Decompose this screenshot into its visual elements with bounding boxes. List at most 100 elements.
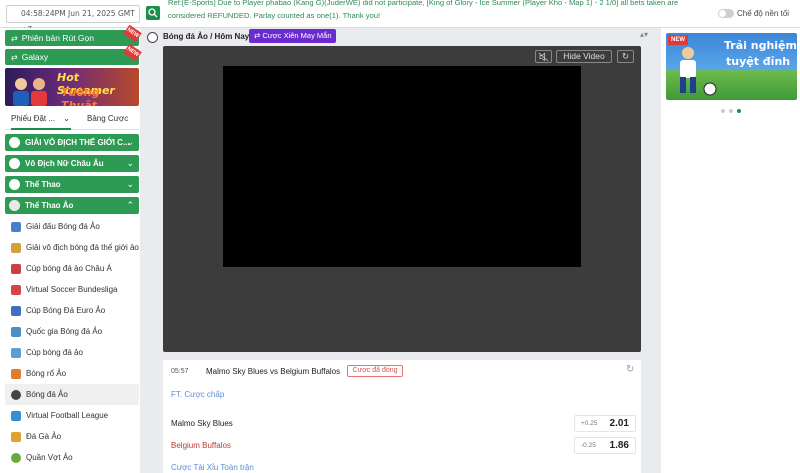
bet-tabs: Phiếu Đặt ... ⌄ Bảng Cược <box>5 108 139 130</box>
item-label: Virtual Football League <box>26 411 109 420</box>
home-odds-button[interactable]: +0.25 2.01 <box>574 415 636 432</box>
chevron-down-icon: ⌄ <box>126 179 134 189</box>
promo-label: Galaxy <box>21 52 49 62</box>
sidebar-item-virtual-world-cup[interactable]: Giải vô địch bóng đá thế giới ảo <box>5 237 139 258</box>
category-virtual-sports[interactable]: Thể Thao Ảo ⌃ <box>5 197 139 214</box>
sidebar-item-virtual-league[interactable]: Giải đấu Bóng đá Ảo <box>5 216 139 237</box>
soccer-ball-icon <box>147 32 158 43</box>
left-sidebar: ⇄ Phiên bản Rút Gọn NEW ⇄ Galaxy NEW Hot S… <box>0 24 142 473</box>
home-odds: 2.01 <box>609 418 629 429</box>
match-time: 05:57 <box>171 368 189 375</box>
virtual-sports-icon <box>9 200 20 211</box>
video-player[interactable]: Hide Video ↻ <box>163 46 641 352</box>
mute-icon <box>538 52 549 62</box>
trophy-icon <box>11 243 21 253</box>
promo-banner[interactable]: NEW Trải nghiệm tuyệt đỉnh <box>666 33 797 100</box>
home-handicap: +0.25 <box>581 420 598 427</box>
chevron-down-icon: ⌄ <box>126 158 134 168</box>
new-badge: NEW <box>123 24 142 43</box>
away-odds: 1.86 <box>609 440 629 451</box>
category-world-cup[interactable]: GIẢI VÔ ĐỊCH THẾ GIỚI C... ⌄ <box>5 134 139 151</box>
status-badge: Cược đã đóng <box>347 365 403 377</box>
basketball-icon <box>11 369 21 379</box>
clock-display: 04:58:24PM Jun 21, 2025 GMT +7 <box>6 5 140 34</box>
category-label: Thể Thao <box>25 180 61 189</box>
carousel-dot[interactable] <box>729 109 733 113</box>
tab-bet-slip[interactable]: Phiếu Đặt ... ⌄ <box>11 114 70 123</box>
virtual-league-icon <box>11 222 21 232</box>
away-handicap: -0.25 <box>581 442 596 449</box>
tab-bet-list[interactable]: Bảng Cược <box>87 114 128 123</box>
asia-cup-icon <box>11 264 21 274</box>
sidebar-item-virtual-cockfight[interactable]: Đá Gà Ảo <box>5 426 139 447</box>
streamer-subtitle: Tường Thuật <box>61 86 100 106</box>
away-odds-button[interactable]: -0.25 1.86 <box>574 437 636 454</box>
rooster-icon <box>11 432 21 442</box>
euro-cup-icon <box>11 306 21 316</box>
item-label: Quốc gia Bóng đá Ảo <box>26 327 103 336</box>
market-title: Cược Tài Xỉu Toàn trận <box>171 463 254 472</box>
dark-mode-toggle[interactable] <box>718 9 734 18</box>
item-label: Virtual Soccer Bundesliga <box>26 285 118 294</box>
promo-lite-version[interactable]: ⇄ Phiên bản Rút Gọn NEW <box>5 24 142 46</box>
streamer-people-icon <box>13 78 47 106</box>
sidebar-item-virtual-nations[interactable]: Quốc gia Bóng đá Ảo <box>5 321 139 342</box>
lucky-parlay-button[interactable]: ⇄ Cược Xiên May Mắn <box>249 29 336 43</box>
sidebar-item-virtual-soccer[interactable]: Bóng đá Ảo <box>5 384 139 405</box>
top-bar: 04:58:24PM Jun 21, 2025 GMT +7 Ref:[E-Sp… <box>0 0 800 34</box>
soccer-ball-icon <box>9 158 20 169</box>
item-label: Giải đấu Bóng đá Ảo <box>26 222 100 231</box>
match-teams: Malmo Sky Blues vs Belgium Buffalos <box>206 367 341 376</box>
refresh-video-button[interactable]: ↻ <box>617 50 634 63</box>
hot-streamer-banner[interactable]: Hot Streamer Tường Thuật <box>5 68 139 106</box>
sidebar-item-virtual-euro-cup[interactable]: Cúp Bóng Đá Euro Ảo <box>5 300 139 321</box>
new-badge: NEW <box>123 43 142 62</box>
sidebar-item-virtual-basketball[interactable]: Bóng rổ Ảo <box>5 363 139 384</box>
refresh-icon[interactable]: ↻ <box>626 364 634 375</box>
away-team-name: Belgium Buffalos <box>171 441 231 450</box>
announcement-line: Ref:[E-Sports] Due to Player phabao (Kan… <box>168 0 679 7</box>
chevron-down-icon: ⌄ <box>63 114 70 123</box>
promo-label: Phiên bản Rút Gọn <box>21 33 95 43</box>
sort-icon[interactable]: ▴▾ <box>640 30 648 39</box>
search-icon <box>148 8 158 18</box>
category-sports[interactable]: Thể Thao ⌄ <box>5 176 139 193</box>
mute-button[interactable] <box>535 50 552 63</box>
search-button[interactable] <box>146 6 160 20</box>
category-women-euro[interactable]: Vô Địch Nữ Châu Âu ⌄ <box>5 155 139 172</box>
home-team-name: Malmo Sky Blues <box>171 419 233 428</box>
nations-icon <box>11 327 21 337</box>
soccer-ball-icon <box>9 179 20 190</box>
sidebar-item-virtual-bundesliga[interactable]: Virtual Soccer Bundesliga <box>5 279 139 300</box>
swap-icon: ⇄ <box>11 53 18 62</box>
soccer-ball-icon <box>9 137 20 148</box>
sidebar-item-virtual-football-league[interactable]: Virtual Football League <box>5 405 139 426</box>
chevron-down-icon: ⌄ <box>126 137 134 147</box>
cup-icon <box>11 348 21 358</box>
announcement-line: considered REFUNDED. Parlay counted as o… <box>168 11 381 20</box>
carousel-dots <box>721 105 745 115</box>
bundesliga-icon <box>11 285 21 295</box>
tab-label: Phiếu Đặt ... <box>11 114 56 123</box>
swap-icon: ⇄ <box>11 34 18 43</box>
carousel-dot-active[interactable] <box>737 109 741 113</box>
market-title: FT. Cược chấp <box>171 390 225 399</box>
sidebar-item-virtual-asia-cup[interactable]: Cúp bóng đá ảo Châu Á <box>5 258 139 279</box>
item-label: Giải vô địch bóng đá thế giới ảo <box>26 243 139 252</box>
hide-video-button[interactable]: Hide Video <box>556 50 612 63</box>
parlay-label: Cược Xiên May Mắn <box>262 31 332 40</box>
refresh-icon: ↻ <box>621 51 630 61</box>
category-label: GIẢI VÔ ĐỊCH THẾ GIỚI C... <box>25 138 130 147</box>
sidebar-item-virtual-tennis[interactable]: Quần Vợt Ảo <box>5 447 139 468</box>
item-label: Bóng rổ Ảo <box>26 369 67 378</box>
promo-galaxy[interactable]: ⇄ Galaxy NEW <box>5 43 142 65</box>
main-content: Bóng đá Ảo / Hôm Nay ⇄ Cược Xiên May Mắn… <box>145 28 655 473</box>
chevron-up-icon: ⌃ <box>126 200 134 210</box>
dark-mode-label: Chế độ nền tối <box>737 9 790 18</box>
match-panel: 05:57 Malmo Sky Blues vs Belgium Buffalo… <box>163 360 641 473</box>
item-label: Cúp Bóng Đá Euro Ảo <box>26 306 106 315</box>
carousel-dot[interactable] <box>721 109 725 113</box>
item-label: Quần Vợt Ảo <box>26 453 73 462</box>
active-tab-indicator <box>11 128 71 130</box>
sidebar-item-virtual-cup[interactable]: Cúp bóng đá ảo <box>5 342 139 363</box>
